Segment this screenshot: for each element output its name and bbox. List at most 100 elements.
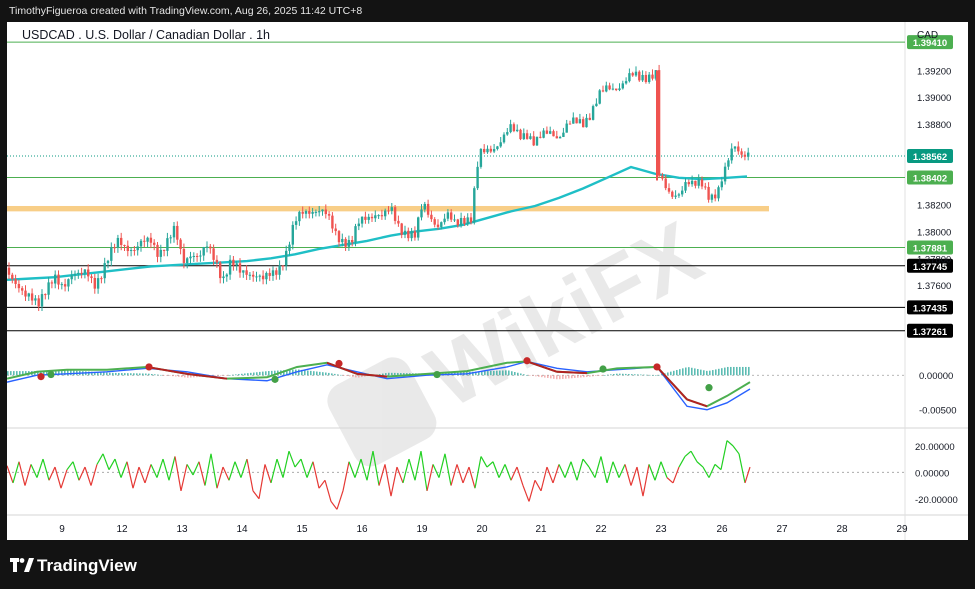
macd-histogram-bar: [595, 375, 597, 377]
macd-histogram-bar: [13, 371, 15, 376]
candle-body: [337, 231, 341, 243]
macd-histogram-bar: [394, 372, 396, 376]
chart-svg[interactable]: WikiFX 1.394101.384021.378811.377451.374…: [6, 22, 968, 540]
macd-histogram-bar: [622, 373, 624, 376]
price-tick-label: 1.37600: [917, 281, 951, 292]
candle-body: [704, 186, 707, 188]
candle-body: [707, 186, 710, 200]
candle-body: [535, 136, 539, 146]
macd-histogram-bar: [742, 366, 744, 376]
chart-area[interactable]: WikiFX 1.39410 1.38402 1.37881 1.37745 1.374…: [6, 22, 968, 540]
momentum-segment: [138, 466, 146, 484]
candle-body: [456, 219, 459, 226]
macd-histogram-bar: [508, 370, 510, 376]
candle-body: [93, 277, 96, 289]
candle-body: [651, 74, 654, 79]
macd-histogram-bar: [673, 370, 675, 376]
macd-histogram-bar: [331, 373, 333, 376]
momentum-segment: [168, 456, 176, 481]
time-tick-label: 15: [296, 524, 308, 535]
candle-body: [489, 148, 492, 152]
macd-histogram-bar: [727, 366, 729, 376]
macd-histogram-bar: [493, 370, 495, 376]
macd-histogram-bar: [229, 375, 231, 376]
momentum-segment: [642, 464, 650, 497]
macd-histogram-bar: [631, 374, 633, 376]
candle-body: [568, 123, 572, 125]
candle-body: [219, 262, 222, 279]
candle-body: [228, 259, 232, 275]
candle-body: [397, 220, 400, 224]
candle-body: [271, 270, 275, 276]
candle-body: [327, 214, 331, 216]
momentum-segment: [240, 458, 248, 478]
candle-body: [420, 209, 423, 218]
macd-histogram-bar: [385, 373, 387, 376]
candle-body: [453, 219, 456, 221]
momentum-segment: [180, 464, 188, 491]
candle-body: [34, 298, 37, 301]
momentum-segment: [90, 464, 98, 486]
candle-body: [390, 207, 393, 211]
level-label: 1.37435: [913, 303, 948, 314]
macd-histogram-bar: [520, 373, 522, 376]
macd-histogram-bar: [151, 373, 153, 376]
time-axis: 9 12 13 14 15 16 19 20 21 22 23 26 27 28 29: [59, 524, 908, 535]
candle-body: [96, 278, 100, 289]
candle-body: [126, 245, 129, 252]
macd-histogram-bar: [349, 375, 351, 377]
candle-body: [106, 260, 110, 264]
momentum-segment: [510, 466, 518, 481]
macd-histogram-bar: [490, 370, 492, 376]
candle-body: [638, 71, 641, 81]
time-tick-label: 16: [356, 524, 368, 535]
candle-body: [294, 221, 298, 225]
momentum-segment: [252, 490, 260, 500]
momentum-segment: [234, 461, 242, 478]
momentum-segment: [174, 456, 182, 491]
momentum-segment: [480, 456, 488, 468]
macd-histogram-bar: [580, 375, 582, 378]
signal-dot: [335, 359, 343, 368]
momentum-segment: [540, 466, 548, 491]
candle-body: [54, 274, 57, 284]
macd-histogram-bar: [175, 375, 177, 377]
momentum-segment: [678, 456, 686, 468]
candle-body: [351, 240, 354, 243]
time-tick-label: 29: [896, 524, 908, 535]
momentum-segment: [348, 461, 356, 478]
momentum-segment: [582, 458, 590, 468]
candle-body: [255, 276, 258, 278]
macd-histogram-bar: [391, 372, 393, 376]
macd-histogram-bar: [166, 375, 168, 376]
candle-body: [410, 231, 413, 239]
momentum-segment: [450, 464, 458, 486]
macd-histogram-bar: [148, 373, 150, 376]
macd-histogram-bar: [655, 375, 657, 376]
signal-line-down: [686, 398, 708, 408]
macd-histogram-bar: [724, 367, 726, 376]
macd-histogram-bar: [118, 372, 120, 376]
macd-histogram-bar: [625, 373, 627, 376]
momentum-segment: [126, 461, 134, 489]
candle-body: [70, 275, 73, 280]
candle-body: [473, 188, 476, 223]
macd-histogram-bar: [646, 374, 648, 376]
momentum-segment: [186, 464, 194, 476]
momentum-segment: [666, 477, 674, 484]
candle-body: [162, 249, 166, 251]
macd-histogram-bar: [586, 375, 588, 377]
macd-histogram-bar: [352, 375, 354, 377]
macd-histogram-bar: [559, 375, 561, 380]
momentum-segment: [672, 466, 680, 484]
price-tick-label: 1.38200: [917, 201, 951, 212]
candle-body: [67, 279, 70, 287]
candle-body: [387, 210, 390, 212]
candle-body: [426, 203, 430, 215]
wikifx-watermark: WikiFX: [327, 202, 716, 467]
macd-histogram-bar: [574, 375, 576, 378]
wikifx-watermark-text: WikiFX: [411, 202, 716, 427]
macd-histogram-bar: [553, 375, 555, 379]
osc1-tick-label: 0.00000: [919, 371, 953, 382]
tradingview-logo-icon: [10, 558, 34, 572]
